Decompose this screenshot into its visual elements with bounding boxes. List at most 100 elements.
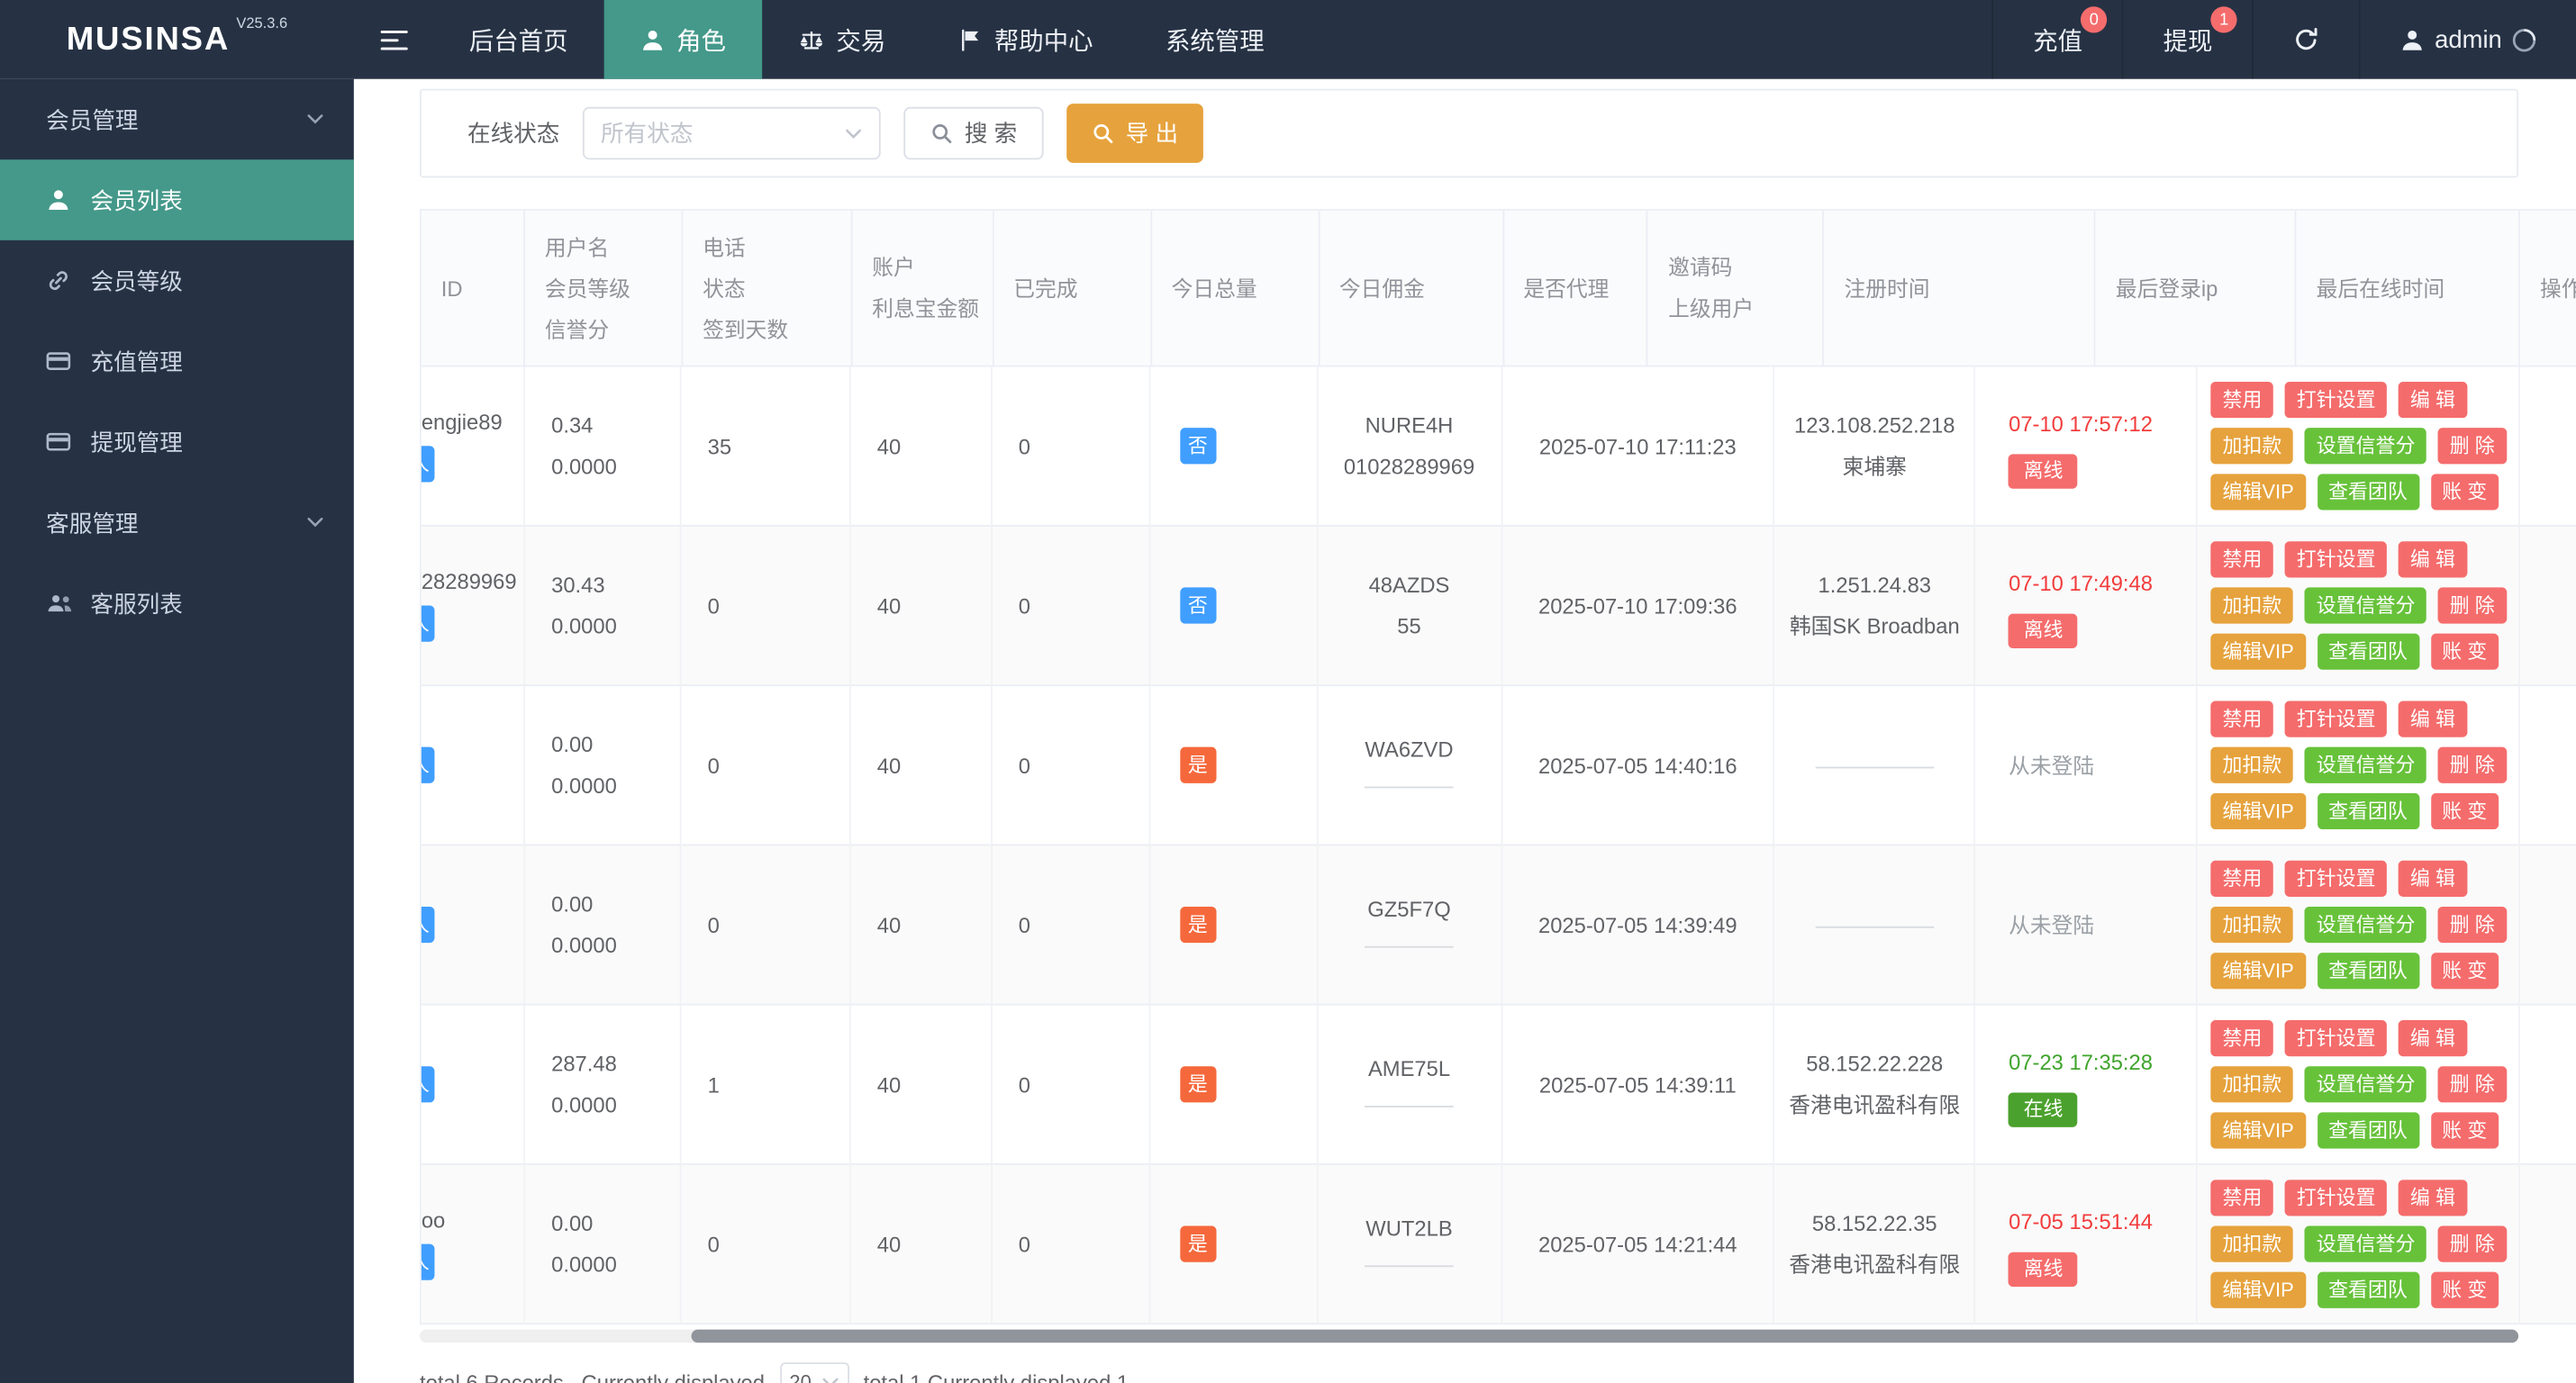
action-view-team-button[interactable]: 查看团队 bbox=[2317, 474, 2419, 511]
action-set-credit-button[interactable]: 设置信誉分 bbox=[2304, 428, 2427, 465]
status-select[interactable]: 所有状态 bbox=[582, 106, 881, 160]
action-disable-button[interactable]: 禁用 bbox=[2210, 860, 2274, 897]
partial-user-chip[interactable]: 人 bbox=[421, 605, 435, 642]
nav-item-trade[interactable]: 交易 bbox=[762, 0, 921, 79]
action-balance-log-button[interactable]: 账 变 bbox=[2430, 1112, 2499, 1149]
scrollbar-thumb[interactable] bbox=[691, 1329, 2519, 1343]
action-view-team-button[interactable]: 查看团队 bbox=[2317, 633, 2419, 670]
sidebar-item-member-management[interactable]: 会员管理 bbox=[0, 79, 354, 160]
nav-item-system[interactable]: 系统管理 bbox=[1129, 0, 1301, 79]
refresh-button[interactable] bbox=[2252, 0, 2359, 79]
register-time: 2025-07-05 14:21:44 bbox=[1537, 1231, 1737, 1257]
sidebar-item-member-level[interactable]: 会员等级 bbox=[0, 240, 354, 321]
menu-collapse-icon[interactable] bbox=[354, 0, 433, 79]
nav-item-help-center[interactable]: 帮助中心 bbox=[921, 0, 1129, 79]
action-view-team-button[interactable]: 查看团队 bbox=[2317, 1271, 2419, 1308]
top-nav: 后台首页 角色 交易 帮助中心 系统管理 bbox=[433, 0, 1301, 79]
action-balance-log-button[interactable]: 账 变 bbox=[2430, 953, 2499, 990]
action-disable-button[interactable]: 禁用 bbox=[2210, 381, 2274, 419]
sidebar-item-service-management[interactable]: 客服管理 bbox=[0, 482, 354, 563]
action-inject-settings-button[interactable]: 打针设置 bbox=[2284, 701, 2388, 737]
action-view-team-button[interactable]: 查看团队 bbox=[2317, 953, 2419, 990]
action-disable-button[interactable]: 禁用 bbox=[2210, 541, 2274, 578]
action-delete-button[interactable]: 删 除 bbox=[2437, 1225, 2507, 1262]
sidebar-item-withdraw-management[interactable]: 提现管理 bbox=[0, 402, 354, 483]
action-balance-log-button[interactable]: 账 变 bbox=[2430, 792, 2499, 830]
horizontal-scrollbar[interactable] bbox=[420, 1329, 2519, 1343]
partial-user-chip[interactable]: 人 bbox=[421, 746, 435, 783]
partial-user-chip[interactable]: 人 bbox=[421, 1066, 435, 1103]
action-delete-button[interactable]: 删 除 bbox=[2437, 428, 2507, 465]
cell-user: 人 bbox=[421, 1005, 525, 1165]
action-set-credit-button[interactable]: 设置信誉分 bbox=[2304, 1225, 2427, 1262]
cell-completed: 0 bbox=[992, 366, 1150, 527]
action-button-row: 禁用 打针设置编 辑 bbox=[2210, 860, 2518, 897]
action-balance-log-button[interactable]: 账 变 bbox=[2430, 633, 2499, 670]
action-edit-vip-button[interactable]: 编辑VIP bbox=[2210, 1112, 2306, 1149]
cell-amount: 40 bbox=[850, 1005, 993, 1165]
action-delete-button[interactable]: 删 除 bbox=[2437, 906, 2507, 944]
action-edit-button[interactable]: 编 辑 bbox=[2399, 860, 2467, 897]
nav-item-dashboard[interactable]: 后台首页 bbox=[433, 0, 604, 79]
topbar-tools: 充值 0 提现 1 admin bbox=[1991, 0, 2576, 79]
action-adjust-funds-button[interactable]: 加扣款 bbox=[2210, 746, 2294, 783]
cell-signin-days: 0 bbox=[681, 845, 851, 1006]
action-set-credit-button[interactable]: 设置信誉分 bbox=[2304, 906, 2427, 944]
action-delete-button[interactable]: 删 除 bbox=[2437, 746, 2507, 783]
partial-user-chip[interactable]: 人 bbox=[421, 1243, 435, 1280]
action-set-credit-button[interactable]: 设置信誉分 bbox=[2304, 587, 2427, 624]
action-balance-log-button[interactable]: 账 变 bbox=[2430, 1271, 2499, 1308]
action-edit-button[interactable]: 编 辑 bbox=[2399, 1020, 2467, 1057]
action-inject-settings-button[interactable]: 打针设置 bbox=[2284, 1020, 2388, 1057]
action-delete-button[interactable]: 删 除 bbox=[2437, 587, 2507, 624]
action-edit-vip-button[interactable]: 编辑VIP bbox=[2210, 953, 2306, 990]
status-select-placeholder: 所有状态 bbox=[601, 120, 694, 147]
action-disable-button[interactable]: 禁用 bbox=[2210, 1180, 2274, 1216]
nav-item-label: 交易 bbox=[836, 27, 886, 56]
action-inject-settings-button[interactable]: 打针设置 bbox=[2284, 1180, 2388, 1216]
action-inject-settings-button[interactable]: 打针设置 bbox=[2284, 541, 2388, 578]
action-edit-button[interactable]: 编 辑 bbox=[2399, 701, 2467, 737]
partial-user-chip[interactable]: 人 bbox=[421, 446, 435, 483]
cell-completed: 0 bbox=[992, 845, 1150, 1006]
action-edit-vip-button[interactable]: 编辑VIP bbox=[2210, 633, 2306, 670]
action-view-team-button[interactable]: 查看团队 bbox=[2317, 792, 2419, 830]
action-edit-button[interactable]: 编 辑 bbox=[2399, 1180, 2467, 1216]
action-adjust-funds-button[interactable]: 加扣款 bbox=[2210, 1225, 2294, 1262]
withdraw-button[interactable]: 提现 1 bbox=[2121, 0, 2252, 79]
action-edit-button[interactable]: 编 辑 bbox=[2399, 541, 2467, 578]
recharge-button[interactable]: 充值 0 bbox=[1991, 0, 2121, 79]
table-row: 人 287.480.00001400是 AME75L 2025-07-05 14:39… bbox=[421, 1005, 2576, 1165]
action-adjust-funds-button[interactable]: 加扣款 bbox=[2210, 587, 2294, 624]
action-adjust-funds-button[interactable]: 加扣款 bbox=[2210, 1066, 2294, 1103]
nav-item-label: 角色 bbox=[676, 27, 726, 56]
sidebar-item-recharge-management[interactable]: 充值管理 bbox=[0, 321, 354, 402]
partial-user-chip[interactable]: 人 bbox=[421, 906, 435, 944]
sidebar-item-service-list[interactable]: 客服列表 bbox=[0, 563, 354, 644]
action-set-credit-button[interactable]: 设置信誉分 bbox=[2304, 1066, 2427, 1103]
action-delete-button[interactable]: 删 除 bbox=[2437, 1066, 2507, 1103]
page-size-select[interactable]: 20 bbox=[779, 1362, 849, 1383]
action-edit-vip-button[interactable]: 编辑VIP bbox=[2210, 792, 2306, 830]
action-edit-button[interactable]: 编 辑 bbox=[2399, 381, 2467, 419]
action-adjust-funds-button[interactable]: 加扣款 bbox=[2210, 428, 2294, 465]
nav-item-roles[interactable]: 角色 bbox=[603, 0, 763, 79]
action-button-row: 编辑VIP 查看团队账 变 bbox=[2210, 474, 2518, 511]
action-edit-vip-button[interactable]: 编辑VIP bbox=[2210, 1271, 2306, 1308]
action-balance-log-button[interactable]: 账 变 bbox=[2430, 474, 2499, 511]
cell-actions: 禁用 打针设置编 辑加扣款 设置信誉分删 除编辑VIP 查看团队账 变 bbox=[2198, 366, 2521, 527]
action-view-team-button[interactable]: 查看团队 bbox=[2317, 1112, 2419, 1149]
action-edit-vip-button[interactable]: 编辑VIP bbox=[2210, 474, 2306, 511]
export-button[interactable]: 导 出 bbox=[1066, 104, 1203, 163]
admin-menu[interactable]: admin bbox=[2359, 0, 2576, 79]
action-inject-settings-button[interactable]: 打针设置 bbox=[2284, 860, 2388, 897]
action-adjust-funds-button[interactable]: 加扣款 bbox=[2210, 906, 2294, 944]
action-inject-settings-button[interactable]: 打针设置 bbox=[2284, 381, 2388, 419]
action-disable-button[interactable]: 禁用 bbox=[2210, 701, 2274, 737]
sidebar-item-member-list[interactable]: 会员列表 bbox=[0, 159, 354, 240]
action-set-credit-button[interactable]: 设置信誉分 bbox=[2304, 746, 2427, 783]
cell-invite-code: NURE4H 01028289969 bbox=[1318, 366, 1502, 527]
search-button[interactable]: 搜 索 bbox=[903, 106, 1044, 160]
action-disable-button[interactable]: 禁用 bbox=[2210, 1020, 2274, 1057]
cell-operations-clipped bbox=[2520, 1006, 2576, 1165]
